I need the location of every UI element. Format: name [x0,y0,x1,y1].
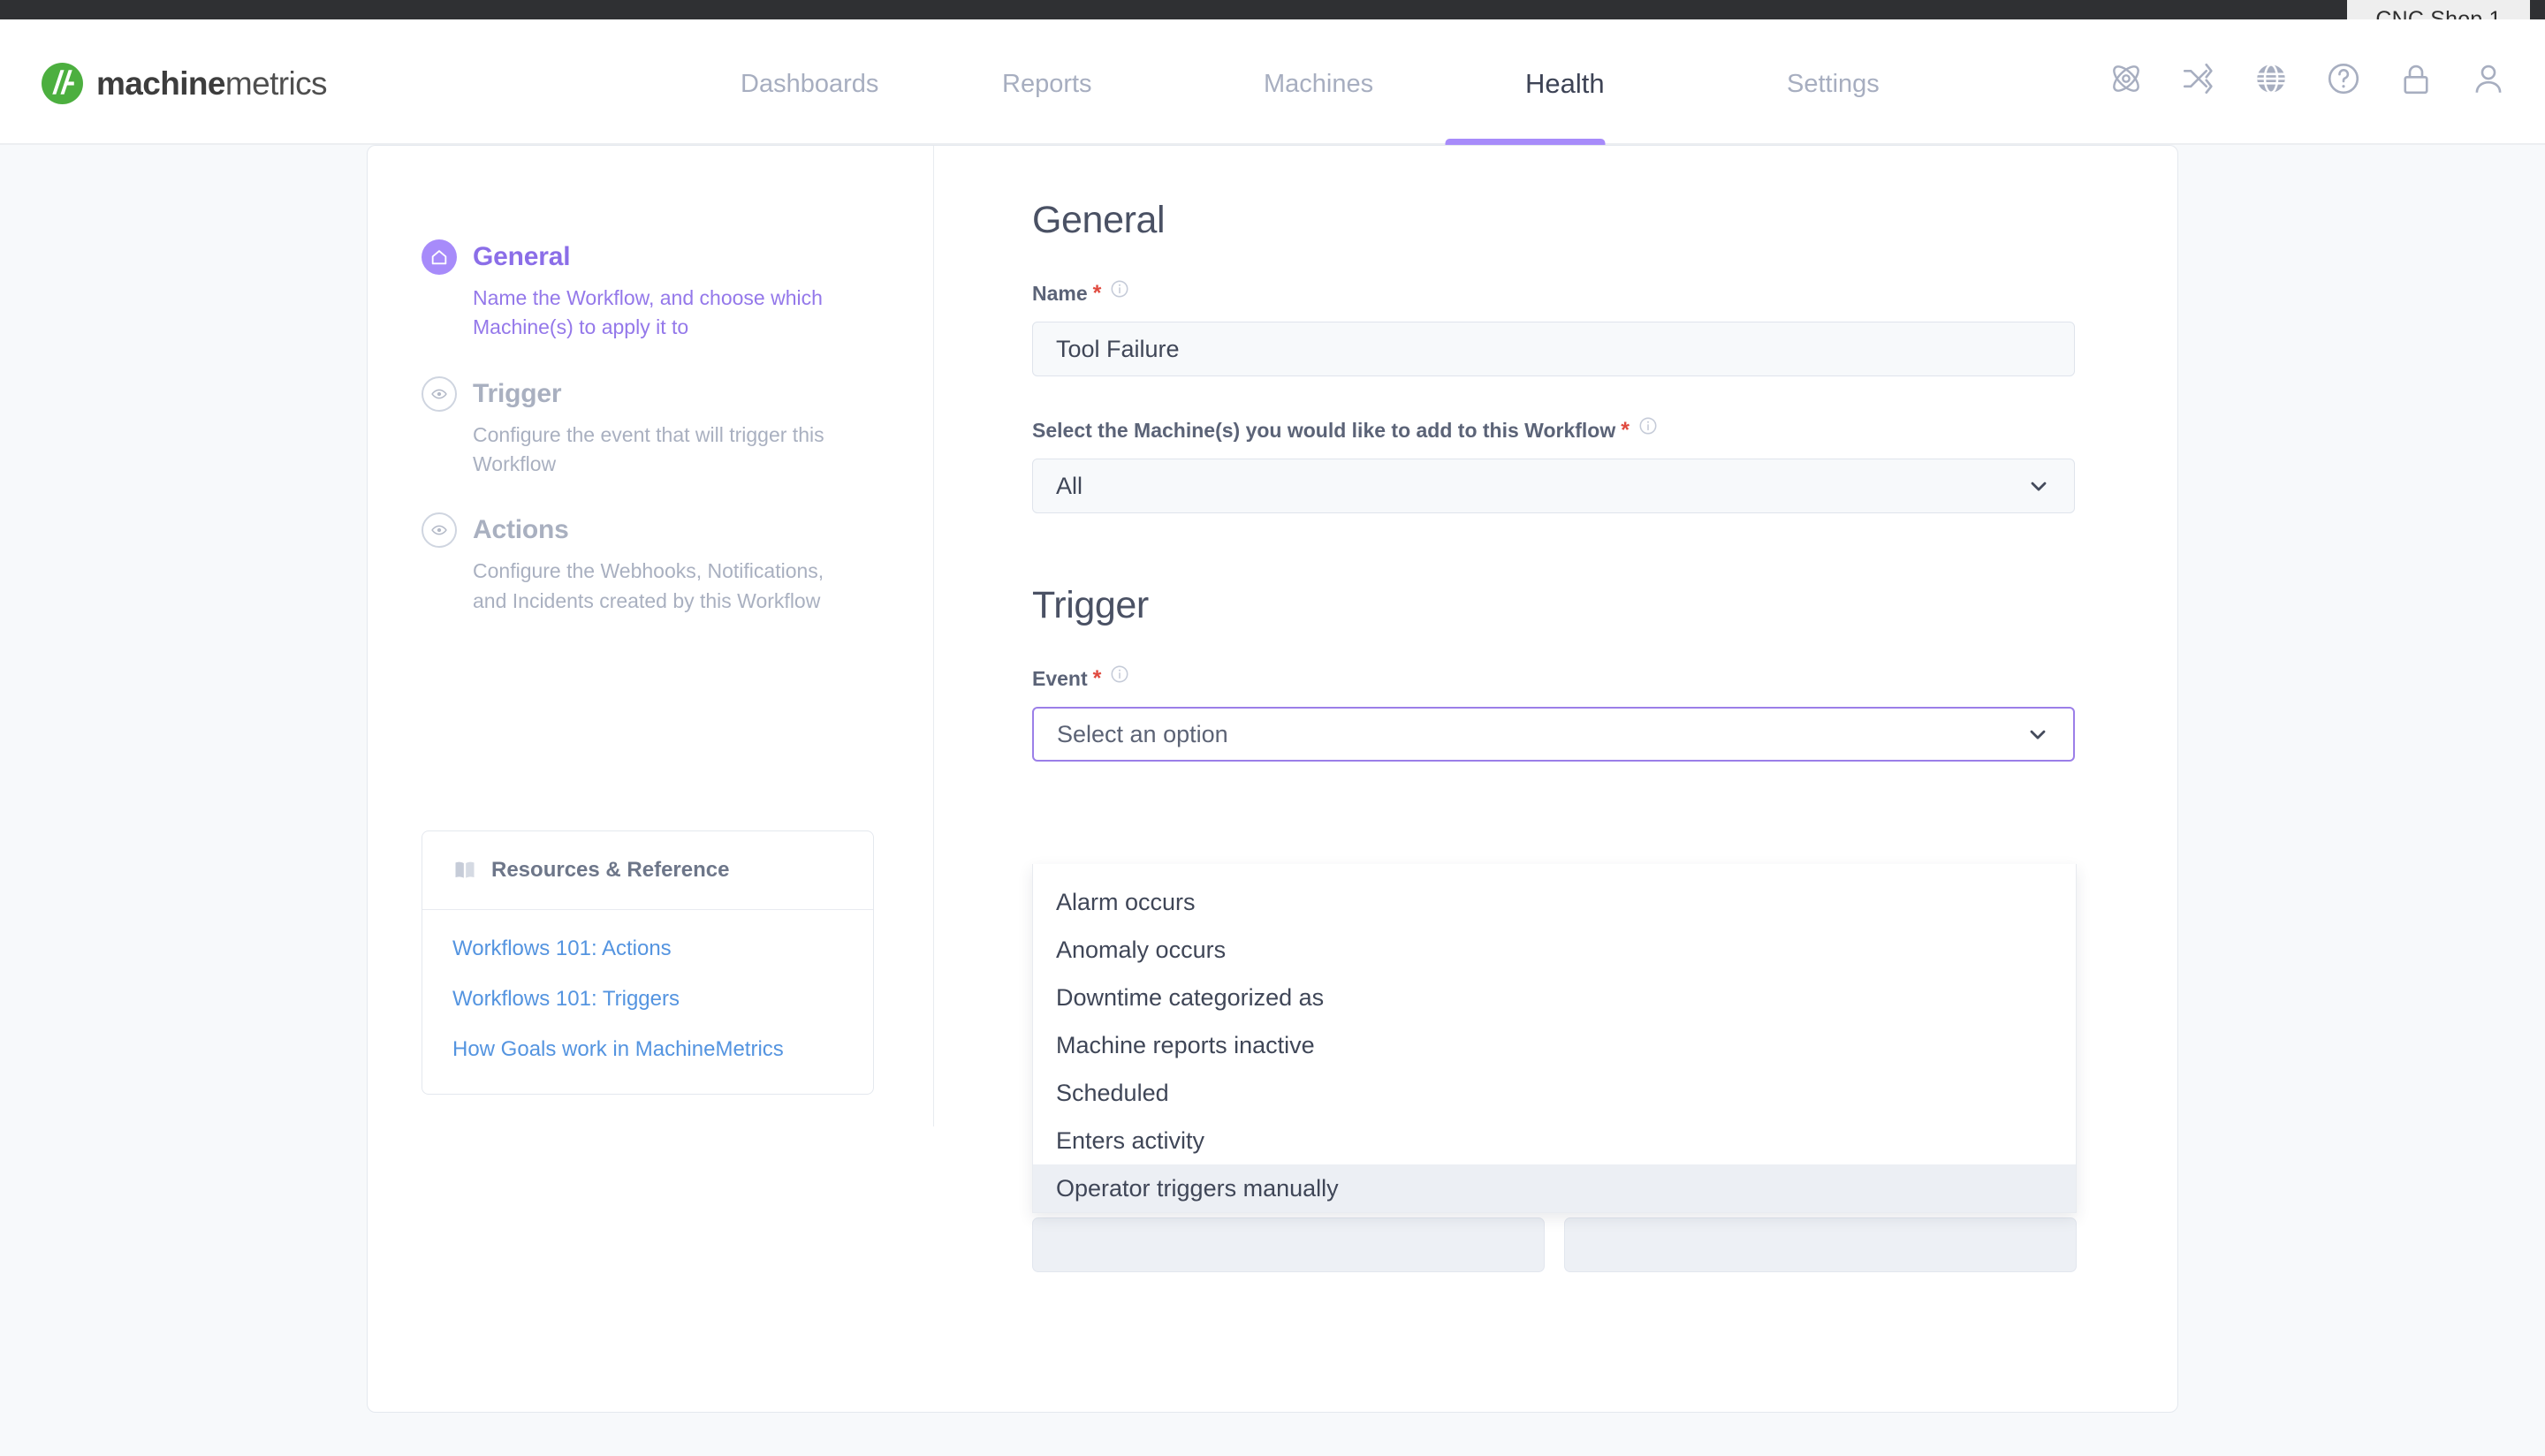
nav-item-reports-label: Reports [1002,70,1092,98]
workflow-stepper: General Name the Workflow, and choose wh… [422,239,881,649]
step-actions-description: Configure the Webhooks, Notifications, a… [473,559,824,612]
machinemetrics-logo-icon [42,63,83,104]
step-general-description: Name the Workflow, and choose which Mach… [473,286,823,339]
step-general-title: General [473,242,571,271]
nav-item-machines-label: Machines [1264,70,1374,98]
name-info-icon-wrap[interactable] [1110,279,1129,299]
obscured-field-right[interactable] [1564,1217,2077,1272]
step-trigger-title: Trigger [473,378,562,408]
globe-icon[interactable] [2253,60,2290,97]
machines-field-label: Select the Machine(s) you would like to … [1032,416,2077,443]
step-actions-head: Actions [422,512,881,549]
name-input-value: Tool Failure [1056,335,1180,362]
eye-icon [431,389,447,399]
event-field-label: Event * [1032,664,2077,691]
trigger-section-heading: Trigger [1032,584,1149,626]
step-trigger[interactable]: Trigger Configure the event that will tr… [422,375,881,480]
event-option-machine-reports-inactive[interactable]: Machine reports inactive [1033,1021,2076,1069]
name-required-marker: * [1092,281,1102,306]
nav-item-health-label: Health [1525,68,1605,99]
nav-item-settings-label: Settings [1787,70,1880,98]
resources-card-body: Workflows 101: Actions Workflows 101: Tr… [422,910,873,1094]
event-select-placeholder: Select an option [1057,720,1228,747]
event-required-marker: * [1092,666,1102,691]
event-field-label-text: Event [1032,667,1088,690]
machines-select-value: All [1056,472,1083,499]
step-trigger-description: Configure the event that will trigger th… [473,422,824,476]
resources-card-title: Resources & Reference [491,858,730,882]
step-general-head: General [422,239,881,275]
home-icon [431,250,447,265]
resources-card: Resources & Reference Workflows 101: Act… [422,830,874,1096]
event-select[interactable]: Select an option [1032,707,2075,762]
browser-chrome-bar [0,0,2545,19]
shuffle-icon[interactable] [2180,60,2217,97]
chevron-down-icon [2030,730,2046,739]
info-circle-icon [1111,665,1128,682]
event-option-anomaly-occurs[interactable]: Anomaly occurs [1033,926,2076,974]
event-option-downtime-categorized-as[interactable]: Downtime categorized as [1033,974,2076,1021]
event-info-icon-wrap[interactable] [1110,664,1129,684]
eye-icon [431,526,447,535]
step-trigger-head: Trigger [422,375,881,412]
brand-name: machinemetrics [96,64,328,102]
user-icon[interactable] [2470,60,2507,97]
step-actions-title: Actions [473,515,569,545]
step-trigger-badge [422,375,457,412]
help-circle-icon[interactable] [2325,60,2362,97]
name-field-label-text: Name [1032,282,1088,305]
workflow-form: General Name * Tool Failure Select the M… [1032,199,2077,762]
nav-item-dashboards-label: Dashboards [741,70,879,98]
info-circle-icon [1111,280,1128,297]
book-icon [455,861,475,878]
atom-icon[interactable] [2108,60,2145,97]
machines-select[interactable]: All [1032,459,2075,513]
name-input[interactable]: Tool Failure [1032,322,2075,376]
event-option-alarm-occurs[interactable]: Alarm occurs [1033,878,2076,926]
obscured-field-left[interactable] [1032,1217,1545,1272]
name-field-label: Name * [1032,279,2077,306]
brand-name-bold: machine [96,64,226,102]
machines-required-marker: * [1621,418,1630,443]
resource-link-workflows-101-triggers[interactable]: Workflows 101: Triggers [452,987,843,1012]
info-circle-icon [1639,417,1657,434]
brand-logo[interactable]: machinemetrics [41,62,328,105]
event-option-operator-triggers-manually[interactable]: Operator triggers manually [1033,1164,2076,1212]
resources-card-header: Resources & Reference [422,831,873,910]
event-option-scheduled[interactable]: Scheduled [1033,1069,2076,1117]
step-general-badge [422,239,457,275]
resource-link-workflows-101-actions[interactable]: Workflows 101: Actions [452,937,843,962]
lock-icon[interactable] [2397,60,2435,97]
general-section-heading: General [1032,199,1166,241]
obscured-field-row [1032,1217,2077,1272]
event-options-dropdown: Alarm occurs Anomaly occurs Downtime cat… [1032,864,2077,1213]
resource-link-how-goals-work[interactable]: How Goals work in MachineMetrics [452,1037,843,1063]
nav-icon-group [2108,60,2507,97]
step-actions-badge [422,512,457,549]
chevron-down-icon [2031,482,2047,491]
brand-name-light: metrics [224,64,328,102]
top-navigation-bar: machinemetrics Dashboards Reports Machin… [0,19,2545,147]
event-option-enters-activity[interactable]: Enters activity [1033,1117,2076,1164]
machines-info-icon-wrap[interactable] [1638,416,1658,436]
machines-field-label-text: Select the Machine(s) you would like to … [1032,419,1616,442]
step-actions[interactable]: Actions Configure the Webhooks, Notifica… [422,512,881,616]
step-general[interactable]: General Name the Workflow, and choose wh… [422,239,881,343]
nav-items: Dashboards Reports Machines Health Setti… [610,58,1918,147]
